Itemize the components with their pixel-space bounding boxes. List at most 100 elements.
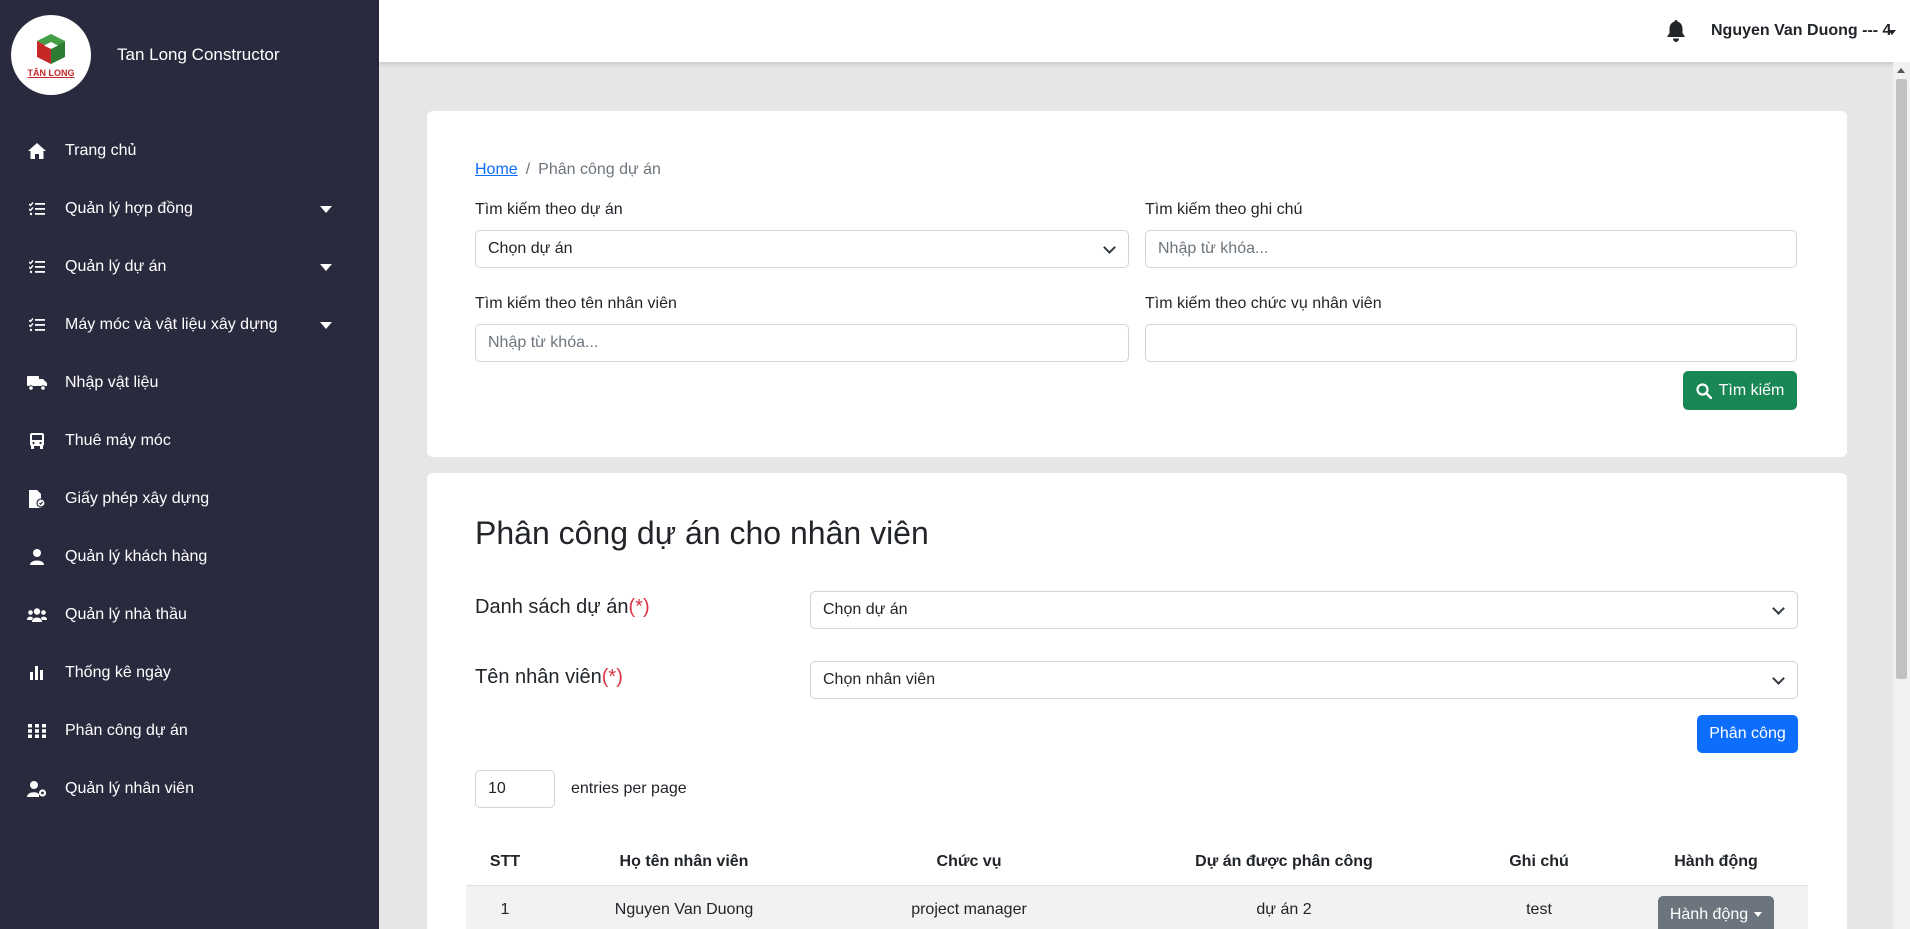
breadcrumb-home-link[interactable]: Home <box>475 161 518 178</box>
col-header-stt[interactable]: STT <box>466 840 544 886</box>
chart-bar-icon <box>27 663 47 683</box>
assign-project-select[interactable]: Chọn dự án <box>810 591 1798 629</box>
brand[interactable]: TÂN LONG Tan Long Constructor <box>0 0 379 110</box>
user-menu-toggle[interactable]: Nguyen Van Duong --- 4 <box>1711 22 1891 40</box>
search-employee-label: Tìm kiếm theo tên nhân viên <box>475 295 677 312</box>
search-project-label: Tìm kiếm theo dự án <box>475 201 623 218</box>
page-scrollbar[interactable] <box>1893 62 1910 929</box>
required-mark: (*) <box>628 596 650 618</box>
breadcrumb: Home / Phân công dự án <box>475 161 661 179</box>
logo-cube-icon <box>37 34 65 64</box>
assign-employee-label: Tên nhân viên(*) <box>475 666 623 689</box>
company-logo: TÂN LONG <box>11 15 91 95</box>
sidebar-item-label: Máy móc và vật liệu xây dựng <box>65 316 278 333</box>
table-header-row: STT Họ tên nhân viên Chức vụ Dự án được … <box>466 840 1808 886</box>
user-gear-icon <box>27 779 47 799</box>
caret-down-icon <box>1888 30 1896 35</box>
search-position-input[interactable] <box>1145 324 1797 362</box>
row-action-dropdown-button[interactable]: Hành động <box>1657 895 1775 929</box>
search-employee-input[interactable]: Nhập từ khóa... <box>475 324 1129 362</box>
breadcrumb-current: Phân công dự án <box>538 161 661 178</box>
sidebar-item-trang-chu[interactable]: Trang chủ <box>0 122 379 180</box>
sidebar-item-label: Thuê máy móc <box>65 432 171 449</box>
col-header-note[interactable]: Ghi chú <box>1454 840 1624 886</box>
users-icon <box>27 605 47 625</box>
row-action-label: Hành động <box>1669 905 1749 923</box>
col-header-project[interactable]: Dự án được phân công <box>1114 840 1454 886</box>
entries-per-page-label: entries per page <box>571 780 687 797</box>
sidebar-menu: Trang chủ Quản lý hợp đồng Quản lý dự án… <box>0 122 379 818</box>
truck-icon <box>27 373 47 393</box>
sidebar-item-thue-may-moc[interactable]: Thuê máy móc <box>0 412 379 470</box>
sidebar-item-label: Quản lý dự án <box>65 258 167 275</box>
assignment-table: STT Họ tên nhân viên Chức vụ Dự án được … <box>466 840 1808 929</box>
sidebar-item-nhap-vat-lieu[interactable]: Nhập vật liệu <box>0 354 379 412</box>
col-header-action: Hành động <box>1624 840 1808 886</box>
col-header-position[interactable]: Chức vụ <box>824 840 1114 886</box>
search-project-value: Chọn dự án <box>488 240 573 257</box>
assign-button[interactable]: Phân công <box>1697 715 1798 753</box>
cell-position: project manager <box>824 885 1114 929</box>
sidebar-item-label: Phân công dự án <box>65 722 188 739</box>
cell-stt: 1 <box>466 885 544 929</box>
bus-icon <box>27 431 47 451</box>
search-button[interactable]: Tìm kiếm <box>1683 371 1797 410</box>
list-check-icon <box>27 199 47 219</box>
search-card: Home / Phân công dự án Tìm kiếm theo dự án… <box>427 111 1847 457</box>
col-header-name[interactable]: Họ tên nhân viên <box>544 840 824 886</box>
assign-card: Phân công dự án cho nhân viên Danh sách … <box>427 473 1847 929</box>
sidebar-item-label: Trang chủ <box>65 142 137 159</box>
search-icon <box>1696 382 1712 399</box>
sidebar-item-quan-ly-khach-hang[interactable]: Quản lý khách hàng <box>0 528 379 586</box>
grid-icon <box>27 721 47 741</box>
list-check-icon <box>27 257 47 277</box>
sidebar-item-label: Quản lý hợp đồng <box>65 200 193 217</box>
cell-project: dự án 2 <box>1114 885 1454 929</box>
home-icon <box>27 141 47 161</box>
sidebar-item-label: Quản lý nhân viên <box>65 780 194 797</box>
page-title: Phân công dự án cho nhân viên <box>475 515 929 551</box>
search-note-placeholder: Nhập từ khóa... <box>1158 240 1269 257</box>
search-employee-placeholder: Nhập từ khóa... <box>488 334 599 351</box>
assign-project-label: Danh sách dự án(*) <box>475 596 650 619</box>
scroll-up-arrow-icon[interactable] <box>1897 68 1905 73</box>
search-project-select[interactable]: Chọn dự án <box>475 230 1129 268</box>
search-note-label: Tìm kiếm theo ghi chú <box>1145 201 1303 218</box>
sidebar-item-label: Thống kê ngày <box>65 664 171 681</box>
sidebar-item-may-moc-vat-lieu[interactable]: Máy móc và vật liệu xây dựng <box>0 296 379 354</box>
file-permit-icon <box>27 489 47 509</box>
assign-project-label-text: Danh sách dự án <box>475 596 629 618</box>
sidebar-item-quan-ly-nhan-vien[interactable]: Quản lý nhân viên <box>0 760 379 818</box>
sidebar-item-quan-ly-nha-thau[interactable]: Quản lý nhà thầu <box>0 586 379 644</box>
assign-employee-select[interactable]: Chọn nhân viên <box>810 661 1798 699</box>
bell-icon[interactable] <box>1666 20 1686 42</box>
sidebar-item-quan-ly-du-an[interactable]: Quản lý dự án <box>0 238 379 296</box>
chevron-down-icon <box>1772 672 1785 685</box>
brand-name: Tan Long Constructor <box>117 45 280 64</box>
caret-down-icon <box>320 264 332 271</box>
entries-per-page-value: 10 <box>488 780 506 797</box>
search-button-label: Tìm kiếm <box>1718 381 1785 399</box>
list-check-icon <box>27 315 47 335</box>
search-note-input[interactable]: Nhập từ khóa... <box>1145 230 1797 268</box>
required-mark: (*) <box>601 666 623 688</box>
search-position-label: Tìm kiếm theo chức vụ nhân viên <box>1145 295 1382 312</box>
sidebar-item-label: Nhập vật liệu <box>65 374 159 391</box>
cell-action: Hành động <box>1624 885 1808 929</box>
assign-project-value: Chọn dự án <box>823 601 908 618</box>
sidebar-item-giay-phep-xay-dung[interactable]: Giấy phép xây dựng <box>0 470 379 528</box>
sidebar-item-label: Giấy phép xây dựng <box>65 490 210 507</box>
scrollbar-thumb[interactable] <box>1896 79 1907 679</box>
cell-note: test <box>1454 885 1624 929</box>
sidebar-item-thong-ke-ngay[interactable]: Thống kê ngày <box>0 644 379 702</box>
sidebar-item-label: Quản lý khách hàng <box>65 548 208 565</box>
sidebar-item-phan-cong-du-an[interactable]: Phân công dự án <box>0 702 379 760</box>
entries-per-page-input[interactable]: 10 <box>475 770 555 808</box>
sidebar: TÂN LONG Tan Long Constructor Trang chủ … <box>0 0 379 929</box>
sidebar-item-quan-ly-hop-dong[interactable]: Quản lý hợp đồng <box>0 180 379 238</box>
caret-down-icon <box>1754 912 1763 917</box>
sidebar-item-label: Quản lý nhà thầu <box>65 606 187 623</box>
logo-text: TÂN LONG <box>27 68 75 78</box>
breadcrumb-separator: / <box>525 161 531 178</box>
table-row: 1 Nguyen Van Duong project manager dự án… <box>466 885 1808 929</box>
